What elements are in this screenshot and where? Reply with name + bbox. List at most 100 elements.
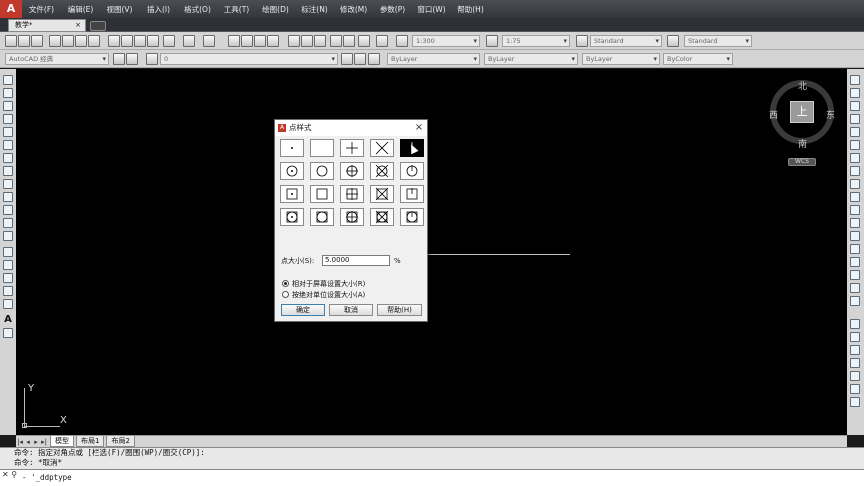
- erase-icon[interactable]: [850, 75, 860, 85]
- table-icon[interactable]: [3, 299, 13, 309]
- move-icon[interactable]: [850, 140, 860, 150]
- design-center-icon[interactable]: [301, 35, 313, 47]
- print-preview-icon[interactable]: [62, 35, 74, 47]
- last-tab-arrow-icon[interactable]: ▸|: [40, 438, 48, 446]
- circle-icon[interactable]: [3, 153, 13, 163]
- publish-icon[interactable]: [75, 35, 87, 47]
- calculator-icon[interactable]: [358, 35, 370, 47]
- print-icon[interactable]: [49, 35, 61, 47]
- absolute-size-radio[interactable]: [282, 291, 289, 298]
- layer-previous-icon[interactable]: [354, 53, 366, 65]
- send-under-icon[interactable]: [850, 371, 860, 381]
- text-style-icon[interactable]: [396, 35, 408, 47]
- revision-cloud-icon[interactable]: [3, 166, 13, 176]
- match-properties-icon[interactable]: [147, 35, 159, 47]
- menu-modify[interactable]: 修改(M): [334, 2, 373, 16]
- layer-state-icon[interactable]: [146, 53, 158, 65]
- explode-icon[interactable]: [850, 296, 860, 306]
- tab-layout1[interactable]: 布局1: [76, 436, 105, 447]
- new-tab-button[interactable]: [90, 21, 106, 31]
- cut-icon[interactable]: [108, 35, 120, 47]
- layer-manager-icon[interactable]: [126, 53, 138, 65]
- undo-icon[interactable]: [183, 35, 195, 47]
- linetype-select[interactable]: ByLayer: [484, 53, 578, 65]
- workspace-select[interactable]: AutoCAD 经典: [5, 53, 109, 65]
- arc-icon[interactable]: [3, 140, 13, 150]
- wcs-menu[interactable]: WCS: [788, 158, 816, 166]
- menu-parametric[interactable]: 参数(P): [373, 2, 412, 16]
- dimension-scale-select[interactable]: 1:75: [502, 35, 570, 47]
- annotation-scale-select[interactable]: 1:300: [412, 35, 480, 47]
- plot-style-select[interactable]: ByColor: [663, 53, 733, 65]
- point-style-option-x-circle-square[interactable]: [370, 208, 394, 226]
- point-style-option-dot-circle-square[interactable]: [280, 208, 304, 226]
- pan-icon[interactable]: [228, 35, 240, 47]
- text-style-select[interactable]: Standard: [590, 35, 662, 47]
- absolute-size-label[interactable]: 按绝对单位设置大小(A): [292, 290, 365, 300]
- command-customize-icon[interactable]: ✕ ⚲: [2, 470, 20, 484]
- workspace-settings-icon[interactable]: [113, 53, 125, 65]
- menu-tools[interactable]: 工具(T): [217, 2, 256, 16]
- table-style-icon[interactable]: [576, 35, 588, 47]
- stretch-icon[interactable]: [850, 179, 860, 189]
- region-icon[interactable]: [3, 286, 13, 296]
- rectangle-icon[interactable]: [3, 127, 13, 137]
- fillet-icon[interactable]: [850, 270, 860, 280]
- open-folder-icon[interactable]: [18, 35, 30, 47]
- mirror-icon[interactable]: [850, 101, 860, 111]
- drawing-area[interactable]: [16, 69, 847, 435]
- point-icon[interactable]: [3, 247, 13, 257]
- point-style-option-tick-circle-square[interactable]: [400, 208, 424, 226]
- close-icon[interactable]: ×: [75, 20, 81, 31]
- point-style-option-tick-square[interactable]: [400, 185, 424, 203]
- polyline-icon[interactable]: [3, 101, 13, 111]
- point-style-option-x[interactable]: [370, 139, 394, 157]
- multiline-text-icon[interactable]: A: [3, 315, 13, 325]
- spline-icon[interactable]: [3, 179, 13, 189]
- point-style-option-plus-circle-square[interactable]: [340, 208, 364, 226]
- relative-size-radio[interactable]: [282, 280, 289, 287]
- viewcube-north[interactable]: 北: [798, 79, 807, 92]
- point-style-option-none-circle-square[interactable]: [310, 208, 334, 226]
- rotate-icon[interactable]: [850, 153, 860, 163]
- menu-format[interactable]: 格式(O): [178, 2, 217, 16]
- point-style-option-none[interactable]: [310, 139, 334, 157]
- markup-icon[interactable]: [343, 35, 355, 47]
- draw-order-icon[interactable]: [850, 319, 860, 329]
- zoom-previous-icon[interactable]: [267, 35, 279, 47]
- relative-size-label[interactable]: 相对于屏幕设置大小(R): [292, 279, 365, 289]
- new-file-icon[interactable]: [5, 35, 17, 47]
- viewcube-west[interactable]: 西: [769, 108, 778, 121]
- first-tab-arrow-icon[interactable]: |◂: [16, 438, 24, 446]
- viewcube-top-face[interactable]: 上: [790, 101, 814, 123]
- sheet-set-icon[interactable]: [330, 35, 342, 47]
- cancel-button[interactable]: 取消: [329, 304, 373, 316]
- menu-window[interactable]: 窗口(W): [412, 2, 451, 16]
- plot-icon[interactable]: [88, 35, 100, 47]
- join-icon[interactable]: [850, 244, 860, 254]
- insert-block-icon[interactable]: [3, 218, 13, 228]
- construction-line-icon[interactable]: [3, 88, 13, 98]
- hatch-back-icon[interactable]: [850, 397, 860, 407]
- next-tab-arrow-icon[interactable]: ▸: [32, 438, 40, 446]
- redo-icon[interactable]: [203, 35, 215, 47]
- point-style-option-x-square[interactable]: [370, 185, 394, 203]
- drawn-line[interactable]: [428, 254, 570, 255]
- blend-curves-icon[interactable]: [850, 283, 860, 293]
- bring-above-icon[interactable]: [850, 358, 860, 368]
- ellipse-arc-icon[interactable]: [3, 205, 13, 215]
- help-button[interactable]: 帮助(H): [377, 304, 422, 316]
- menu-view[interactable]: 视图(V): [100, 2, 139, 16]
- viewcube-east[interactable]: 东: [826, 108, 835, 121]
- line-icon[interactable]: [3, 75, 13, 85]
- layer-select[interactable]: 0: [160, 53, 338, 65]
- autocad-logo[interactable]: A: [0, 0, 22, 18]
- ok-button[interactable]: 确定: [281, 304, 325, 316]
- point-style-option-x-circle[interactable]: [370, 162, 394, 180]
- point-style-option-plus-square[interactable]: [340, 185, 364, 203]
- menu-help[interactable]: 帮助(H): [451, 2, 490, 16]
- bring-to-front-icon[interactable]: [850, 332, 860, 342]
- point-style-option-dot-circle[interactable]: [280, 162, 304, 180]
- command-input[interactable]: - '_ddptype: [0, 469, 864, 486]
- extend-icon[interactable]: [850, 205, 860, 215]
